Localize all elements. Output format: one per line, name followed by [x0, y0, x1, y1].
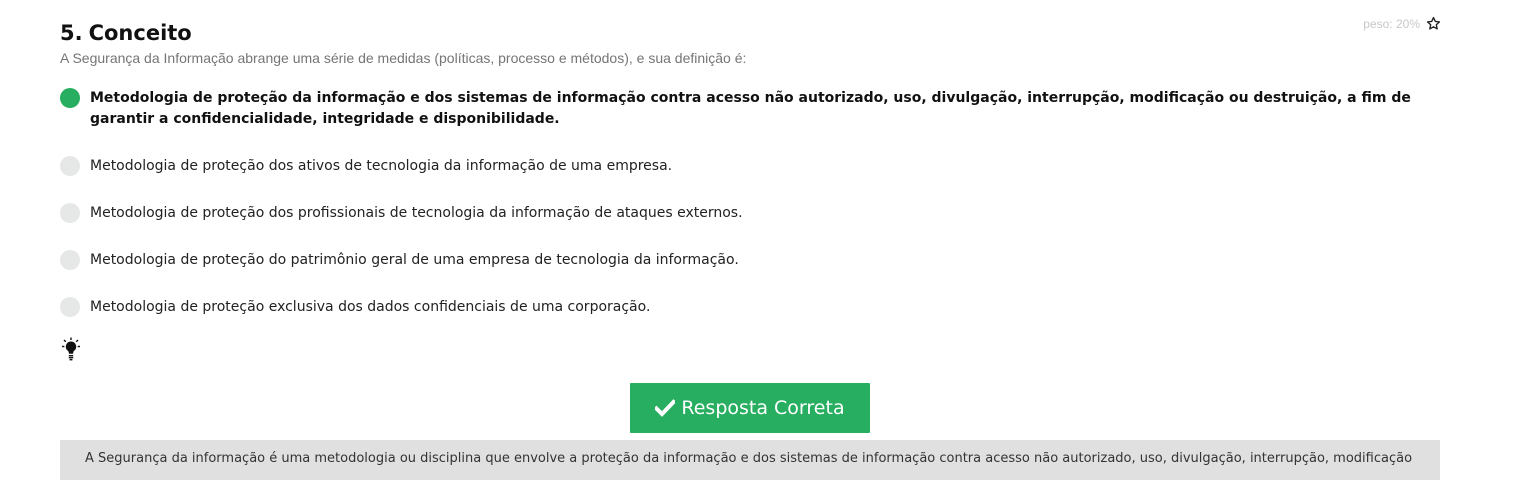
- question-header: 5. Conceito: [60, 20, 192, 46]
- weight-label: peso: 20%: [1363, 16, 1420, 31]
- explanation-text: A Segurança da informação é uma metodolo…: [85, 451, 1413, 466]
- correct-answer-label: Resposta Correta: [681, 397, 845, 419]
- option-3-label: Metodologia de proteção dos profissionai…: [90, 205, 743, 221]
- option-2[interactable]: Metodologia de proteção dos ativos de te…: [60, 156, 1440, 177]
- explanation-box: A Segurança da informação é uma metodolo…: [60, 440, 1440, 480]
- option-3[interactable]: Metodologia de proteção dos profissionai…: [60, 203, 1440, 224]
- question-title: 5. Conceito: [60, 20, 192, 46]
- question-title-text: Conceito: [88, 21, 192, 45]
- option-5[interactable]: Metodologia de proteção exclusiva dos da…: [60, 297, 1440, 318]
- option-1-label: Metodologia de proteção da informação e …: [90, 90, 1411, 127]
- star-icon[interactable]: [1426, 16, 1441, 31]
- lightbulb-icon[interactable]: [62, 337, 80, 361]
- question-number: 5.: [60, 21, 83, 45]
- option-4-radio[interactable]: [60, 250, 80, 270]
- option-4-label: Metodologia de proteção do patrimônio ge…: [90, 252, 739, 268]
- option-5-label: Metodologia de proteção exclusiva dos da…: [90, 299, 651, 315]
- question-subtitle: A Segurança da Informação abrange uma sé…: [60, 50, 747, 66]
- option-1-radio[interactable]: [60, 88, 80, 108]
- option-5-radio[interactable]: [60, 297, 80, 317]
- option-2-radio[interactable]: [60, 156, 80, 176]
- option-4[interactable]: Metodologia de proteção do patrimônio ge…: [60, 250, 1440, 271]
- option-2-label: Metodologia de proteção dos ativos de te…: [90, 158, 673, 174]
- check-icon: [655, 399, 676, 417]
- option-3-radio[interactable]: [60, 203, 80, 223]
- option-1[interactable]: Metodologia de proteção da informação e …: [60, 88, 1440, 130]
- correct-answer-button[interactable]: Resposta Correta: [630, 383, 870, 433]
- question-weight: peso: 20%: [1363, 16, 1441, 31]
